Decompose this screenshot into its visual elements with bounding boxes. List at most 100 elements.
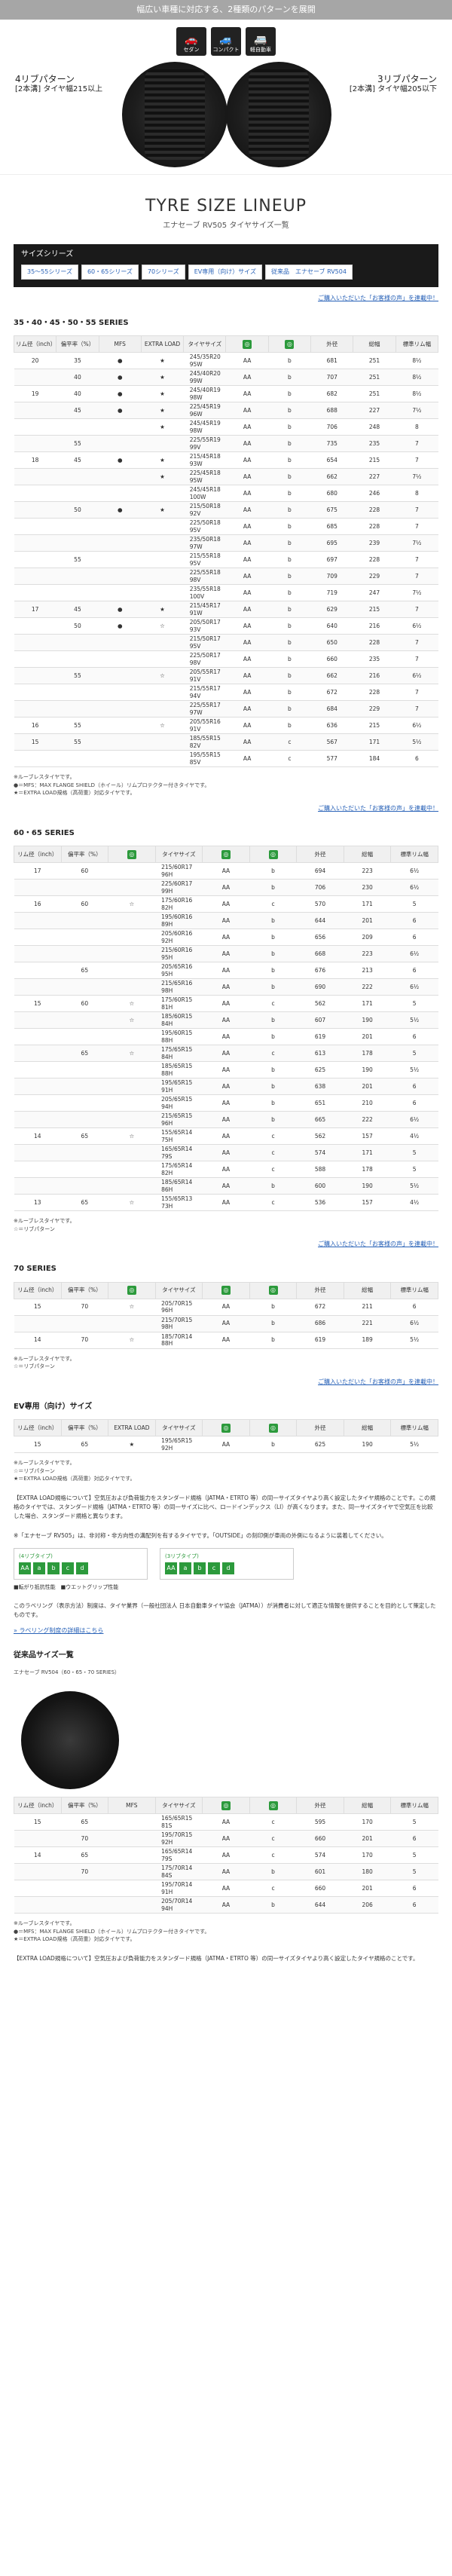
old-cell: 70 [61, 1863, 108, 1880]
s2-cell: 210 [344, 1094, 391, 1112]
customer-voice-link[interactable]: ご購入いただいた「お客様の声」を連載中！ [14, 295, 438, 302]
s1-cell [14, 534, 56, 552]
s1-cell: 251 [353, 352, 396, 369]
s4-col-header: タイヤサイズ [154, 1419, 203, 1436]
s1-cell [141, 650, 184, 668]
s1-cell: 215/55R18 95V [183, 551, 226, 568]
s1-cell: b [268, 617, 311, 635]
old-row: 14 65 165/65R14 79S AA c 574 170 5 [14, 1846, 438, 1864]
s1-cell: ★ [141, 601, 184, 618]
customer-voice-link[interactable]: ご購入いただいた「お客様の声」を連載中！ [14, 1241, 438, 1248]
old-cell [108, 1846, 156, 1864]
customer-voice-link[interactable]: ご購入いただいた「お客様の声」を連載中！ [14, 805, 438, 812]
s1-cell [56, 518, 99, 535]
s1-row: 45 ● ★ 225/45R19 96W AA b 688 227 7½ [14, 402, 438, 419]
old-cell [14, 1863, 62, 1880]
s2-cell [14, 1061, 62, 1078]
s2-cell: AA [202, 1011, 250, 1029]
s1-cell: 216 [353, 667, 396, 684]
s1-cell: 215/50R18 92V [183, 501, 226, 519]
footer-paragraph: 【EXTRA LOAD規格について】空気圧および負荷能力をスタンダード規格（JA… [14, 1954, 419, 1962]
s1-notes: ※ルーブレスタイヤです。 ●＝MFS：MAX FLANGE SHIELD（ホイー… [14, 774, 210, 796]
s2-cell [14, 962, 62, 979]
s4-cell: ★ [108, 1436, 156, 1453]
s3-cell: b [249, 1315, 297, 1332]
s1-cell: AA [225, 684, 269, 701]
s1-cell: b [268, 435, 311, 452]
s4-cell: 625 [296, 1436, 344, 1453]
s2-cell [108, 1144, 156, 1161]
s2-cell: 201 [344, 1078, 391, 1095]
s3-header-row: リム径（inch） 偏平率（%） ◎ タイヤサイズ ◎ ◎ 外径 総幅 標準リム幅 [14, 1281, 438, 1299]
s2-cell [14, 978, 62, 996]
s1-cell [14, 700, 56, 717]
s2-cell: 215/60R17 96H [155, 862, 203, 880]
s2-cell: 6 [390, 962, 438, 979]
s2-cell: 65 [61, 1127, 108, 1145]
s2-cell: b [249, 962, 297, 979]
s1-cell [14, 485, 56, 502]
s1-cell: 688 [310, 402, 353, 419]
s1-cell: 245/40R20 99W [183, 369, 226, 386]
size-series-button[interactable]: 従来品 エナセーブ RV504 [265, 264, 353, 280]
s1-cell: 228 [353, 501, 396, 519]
s1-cell [141, 733, 184, 751]
s1-cell: 55 [56, 733, 99, 751]
s2-cell: 222 [344, 1111, 391, 1128]
s3-cell [14, 1315, 62, 1332]
grade-cell: b [194, 1562, 206, 1575]
s2-row: 13 65 ☆ 155/65R13 73H AA c 536 157 4½ [14, 1194, 438, 1211]
s3-cell: 6½ [390, 1315, 438, 1332]
s1-cell: b [268, 352, 311, 369]
rolling-resistance-icon: ◎ [221, 1800, 231, 1810]
s3-cell: 70 [61, 1332, 108, 1349]
s2-cell: 644 [296, 912, 344, 929]
size-series-button[interactable]: 60・65シリーズ [81, 264, 139, 280]
s4-col-header: 標準リム幅 [390, 1419, 438, 1436]
s2-row: 215/65R16 98H AA b 690 222 6½ [14, 978, 438, 996]
s3-cell: 686 [296, 1315, 344, 1332]
s2-cell: 213 [344, 962, 391, 979]
s1-cell: b [268, 551, 311, 568]
s2-cell: 574 [296, 1144, 344, 1161]
s1-cell: 45 [56, 601, 99, 618]
s4-col-header: EXTRA LOAD [108, 1419, 156, 1436]
size-series-button[interactable]: EV専用（向け）サイズ [188, 264, 263, 280]
old-col-header: リム径（inch） [14, 1797, 62, 1814]
s1-cell [14, 468, 56, 485]
s1-cell: AA [225, 518, 269, 535]
size-series-button[interactable]: 35～55シリーズ [21, 264, 78, 280]
s1-cell: 735 [310, 435, 353, 452]
s2-cell: 65 [61, 1045, 108, 1062]
left-pattern-sub: [2本溝] タイヤ幅215以上 [15, 85, 103, 93]
s1-cell [56, 650, 99, 668]
compact-icon: 🚙 コンパクト [211, 27, 241, 56]
s1-cell: 684 [310, 700, 353, 717]
s1-cell: b [268, 451, 311, 469]
s1-cell: ☆ [141, 667, 184, 684]
labeling-paragraph: このラベリング（表示方法）制度は、タイヤ業界（一般社団法人 日本自動車タイヤ協会… [14, 1602, 436, 1618]
s1-cell: 7½ [396, 402, 438, 419]
s2-cell: 625 [296, 1061, 344, 1078]
s3-cell: 6 [390, 1299, 438, 1316]
s4-col-header: 総幅 [343, 1419, 392, 1436]
s1-cell [141, 750, 184, 767]
s1-cell [141, 518, 184, 535]
s1-cell: ● [99, 385, 142, 402]
s1-row: 235/50R18 97W AA b 695 239 7½ [14, 534, 438, 552]
s1-cell [14, 369, 56, 386]
sedan-icon-label: セダン [183, 47, 200, 54]
grade-cell: a [33, 1562, 45, 1575]
s3-cell: b [249, 1299, 297, 1316]
s2-cell: b [249, 945, 297, 962]
customer-voice-link[interactable]: ご購入いただいた「お客様の声」を連載中！ [14, 1378, 438, 1386]
size-series-button[interactable]: 70シリーズ [141, 264, 185, 280]
s1-cell: b [268, 518, 311, 535]
s1-cell: 229 [353, 568, 396, 585]
s1-cell: 225/50R17 98V [183, 650, 226, 668]
s1-cell: ☆ [141, 617, 184, 635]
labeling-detail-link[interactable]: » ラベリング制度の詳細はこちら [14, 1627, 438, 1635]
s1-cell: 7 [396, 684, 438, 701]
right-pattern-title: 3リブパターン [377, 74, 437, 84]
s2-cell [108, 1177, 156, 1195]
